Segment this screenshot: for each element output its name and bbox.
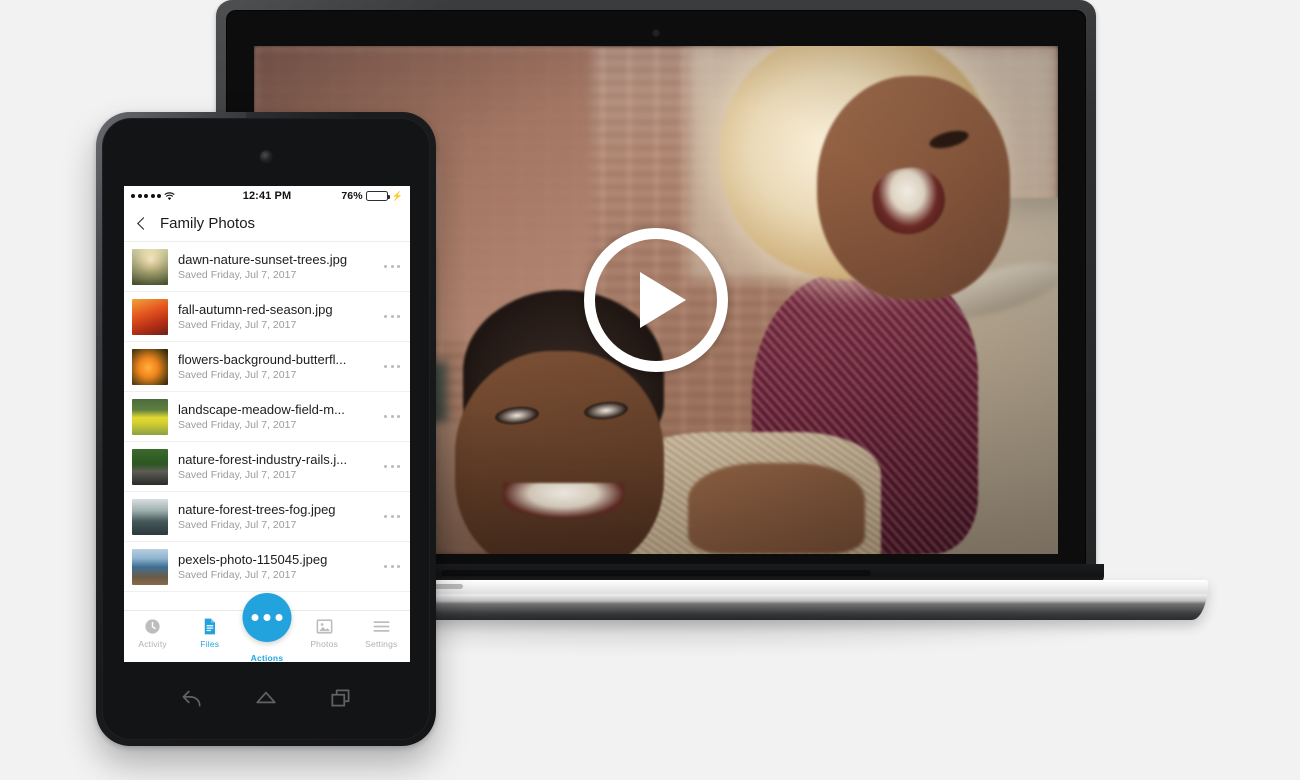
app-header: Family Photos bbox=[124, 206, 410, 242]
file-name: pexels-photo-115045.jpeg bbox=[178, 551, 328, 567]
phone-body: 12:41 PM 76% ⚡ Family Photos dawn-nature… bbox=[96, 112, 436, 746]
file-more-options-icon[interactable] bbox=[378, 465, 400, 468]
tab-activity[interactable]: Activity bbox=[127, 617, 179, 649]
file-name: dawn-nature-sunset-trees.jpg bbox=[178, 251, 348, 267]
tab-bar[interactable]: Activity Files Actions Photos Settings bbox=[124, 593, 410, 662]
menu-icon bbox=[373, 621, 390, 632]
file-list-item[interactable]: dawn-nature-sunset-trees.jpg Saved Friday… bbox=[124, 242, 410, 292]
webcam-icon bbox=[653, 30, 659, 36]
smartphone-device: 12:41 PM 76% ⚡ Family Photos dawn-nature… bbox=[96, 112, 436, 746]
tab-label: Photos bbox=[310, 639, 338, 649]
front-camera-icon bbox=[260, 151, 272, 162]
file-name: flowers-background-butterfl... bbox=[178, 351, 347, 367]
file-meta: nature-forest-trees-fog.jpeg Saved Friday… bbox=[178, 502, 368, 531]
page-title: Family Photos bbox=[160, 215, 256, 232]
file-saved-date: Saved Friday, Jul 7, 2017 bbox=[178, 319, 297, 332]
file-list-item[interactable]: fall-autumn-red-season.jpg Saved Friday, … bbox=[124, 292, 410, 342]
tab-settings[interactable]: Settings bbox=[355, 617, 407, 649]
ellipsis-icon bbox=[251, 614, 259, 621]
signal-strength-icon bbox=[131, 194, 161, 198]
file-saved-date: Saved Friday, Jul 7, 2017 bbox=[178, 369, 297, 382]
file-more-options-icon[interactable] bbox=[378, 515, 400, 518]
file-thumbnail bbox=[132, 398, 168, 435]
file-meta: flowers-background-butterfl... Saved Frid… bbox=[178, 352, 368, 381]
file-saved-date: Saved Friday, Jul 7, 2017 bbox=[178, 269, 297, 282]
file-more-options-icon[interactable] bbox=[378, 315, 400, 318]
recents-icon[interactable] bbox=[328, 685, 354, 711]
file-saved-date: Saved Friday, Jul 7, 2017 bbox=[178, 569, 297, 582]
tab-label: Actions bbox=[250, 653, 284, 662]
tab-label: Files bbox=[200, 639, 220, 649]
phone-screen: 12:41 PM 76% ⚡ Family Photos dawn-nature… bbox=[124, 186, 410, 662]
file-list-item[interactable]: nature-forest-industry-rails.j... Saved F… bbox=[124, 442, 410, 492]
file-saved-date: Saved Friday, Jul 7, 2017 bbox=[178, 419, 297, 432]
image-icon bbox=[316, 619, 333, 634]
status-bar: 12:41 PM 76% ⚡ bbox=[124, 186, 410, 206]
file-list-item[interactable]: landscape-meadow-field-m... Saved Friday,… bbox=[124, 392, 410, 442]
file-meta: pexels-photo-115045.jpeg Saved Friday, Ju… bbox=[178, 552, 368, 581]
file-list-item[interactable]: flowers-background-butterfl... Saved Frid… bbox=[124, 342, 410, 392]
file-more-options-icon[interactable] bbox=[378, 365, 400, 368]
file-meta: nature-forest-industry-rails.j... Saved F… bbox=[178, 452, 368, 481]
tab-label: Settings bbox=[365, 639, 398, 649]
file-name: landscape-meadow-field-m... bbox=[178, 401, 345, 417]
file-thumbnail bbox=[132, 248, 168, 285]
file-name: nature-forest-industry-rails.j... bbox=[178, 451, 348, 467]
back-arrow-icon[interactable] bbox=[178, 685, 204, 711]
file-meta: dawn-nature-sunset-trees.jpg Saved Friday… bbox=[178, 252, 368, 281]
android-nav-bar[interactable] bbox=[96, 668, 436, 728]
file-thumbnail bbox=[132, 348, 168, 385]
file-name: nature-forest-trees-fog.jpeg bbox=[178, 501, 336, 517]
file-more-options-icon[interactable] bbox=[378, 415, 400, 418]
file-more-options-icon[interactable] bbox=[378, 265, 400, 268]
file-thumbnail bbox=[132, 448, 168, 485]
file-thumbnail bbox=[132, 298, 168, 335]
file-thumbnail bbox=[132, 498, 168, 535]
home-icon[interactable] bbox=[253, 685, 279, 711]
scene-root: 12:41 PM 76% ⚡ Family Photos dawn-nature… bbox=[0, 0, 1300, 780]
document-icon bbox=[205, 618, 216, 635]
file-saved-date: Saved Friday, Jul 7, 2017 bbox=[178, 469, 297, 482]
charging-bolt-icon: ⚡ bbox=[391, 190, 403, 201]
file-list[interactable]: dawn-nature-sunset-trees.jpg Saved Friday… bbox=[124, 242, 410, 592]
tab-label: Activity bbox=[138, 639, 167, 649]
file-name: fall-autumn-red-season.jpg bbox=[178, 301, 333, 317]
back-chevron-icon[interactable] bbox=[137, 217, 150, 230]
tab-files[interactable]: Files bbox=[184, 617, 236, 649]
file-saved-date: Saved Friday, Jul 7, 2017 bbox=[178, 519, 297, 532]
battery-icon bbox=[365, 191, 390, 201]
file-thumbnail bbox=[132, 548, 168, 585]
play-triangle-icon bbox=[640, 272, 686, 328]
tab-photos[interactable]: Photos bbox=[298, 617, 350, 649]
file-meta: fall-autumn-red-season.jpg Saved Friday, … bbox=[178, 302, 368, 331]
actions-fab-button[interactable] bbox=[242, 593, 292, 642]
tab-actions[interactable]: Actions bbox=[241, 593, 293, 662]
status-bar-time: 12:41 PM bbox=[242, 190, 292, 202]
wifi-icon bbox=[164, 191, 175, 200]
clock-icon bbox=[145, 619, 160, 634]
battery-percent-label: 76% bbox=[341, 190, 363, 202]
file-meta: landscape-meadow-field-m... Saved Friday,… bbox=[178, 402, 368, 431]
file-list-item[interactable]: nature-forest-trees-fog.jpeg Saved Friday… bbox=[124, 492, 410, 542]
file-more-options-icon[interactable] bbox=[378, 565, 400, 568]
file-list-item[interactable]: pexels-photo-115045.jpeg Saved Friday, Ju… bbox=[124, 542, 410, 592]
play-button[interactable] bbox=[584, 228, 728, 372]
